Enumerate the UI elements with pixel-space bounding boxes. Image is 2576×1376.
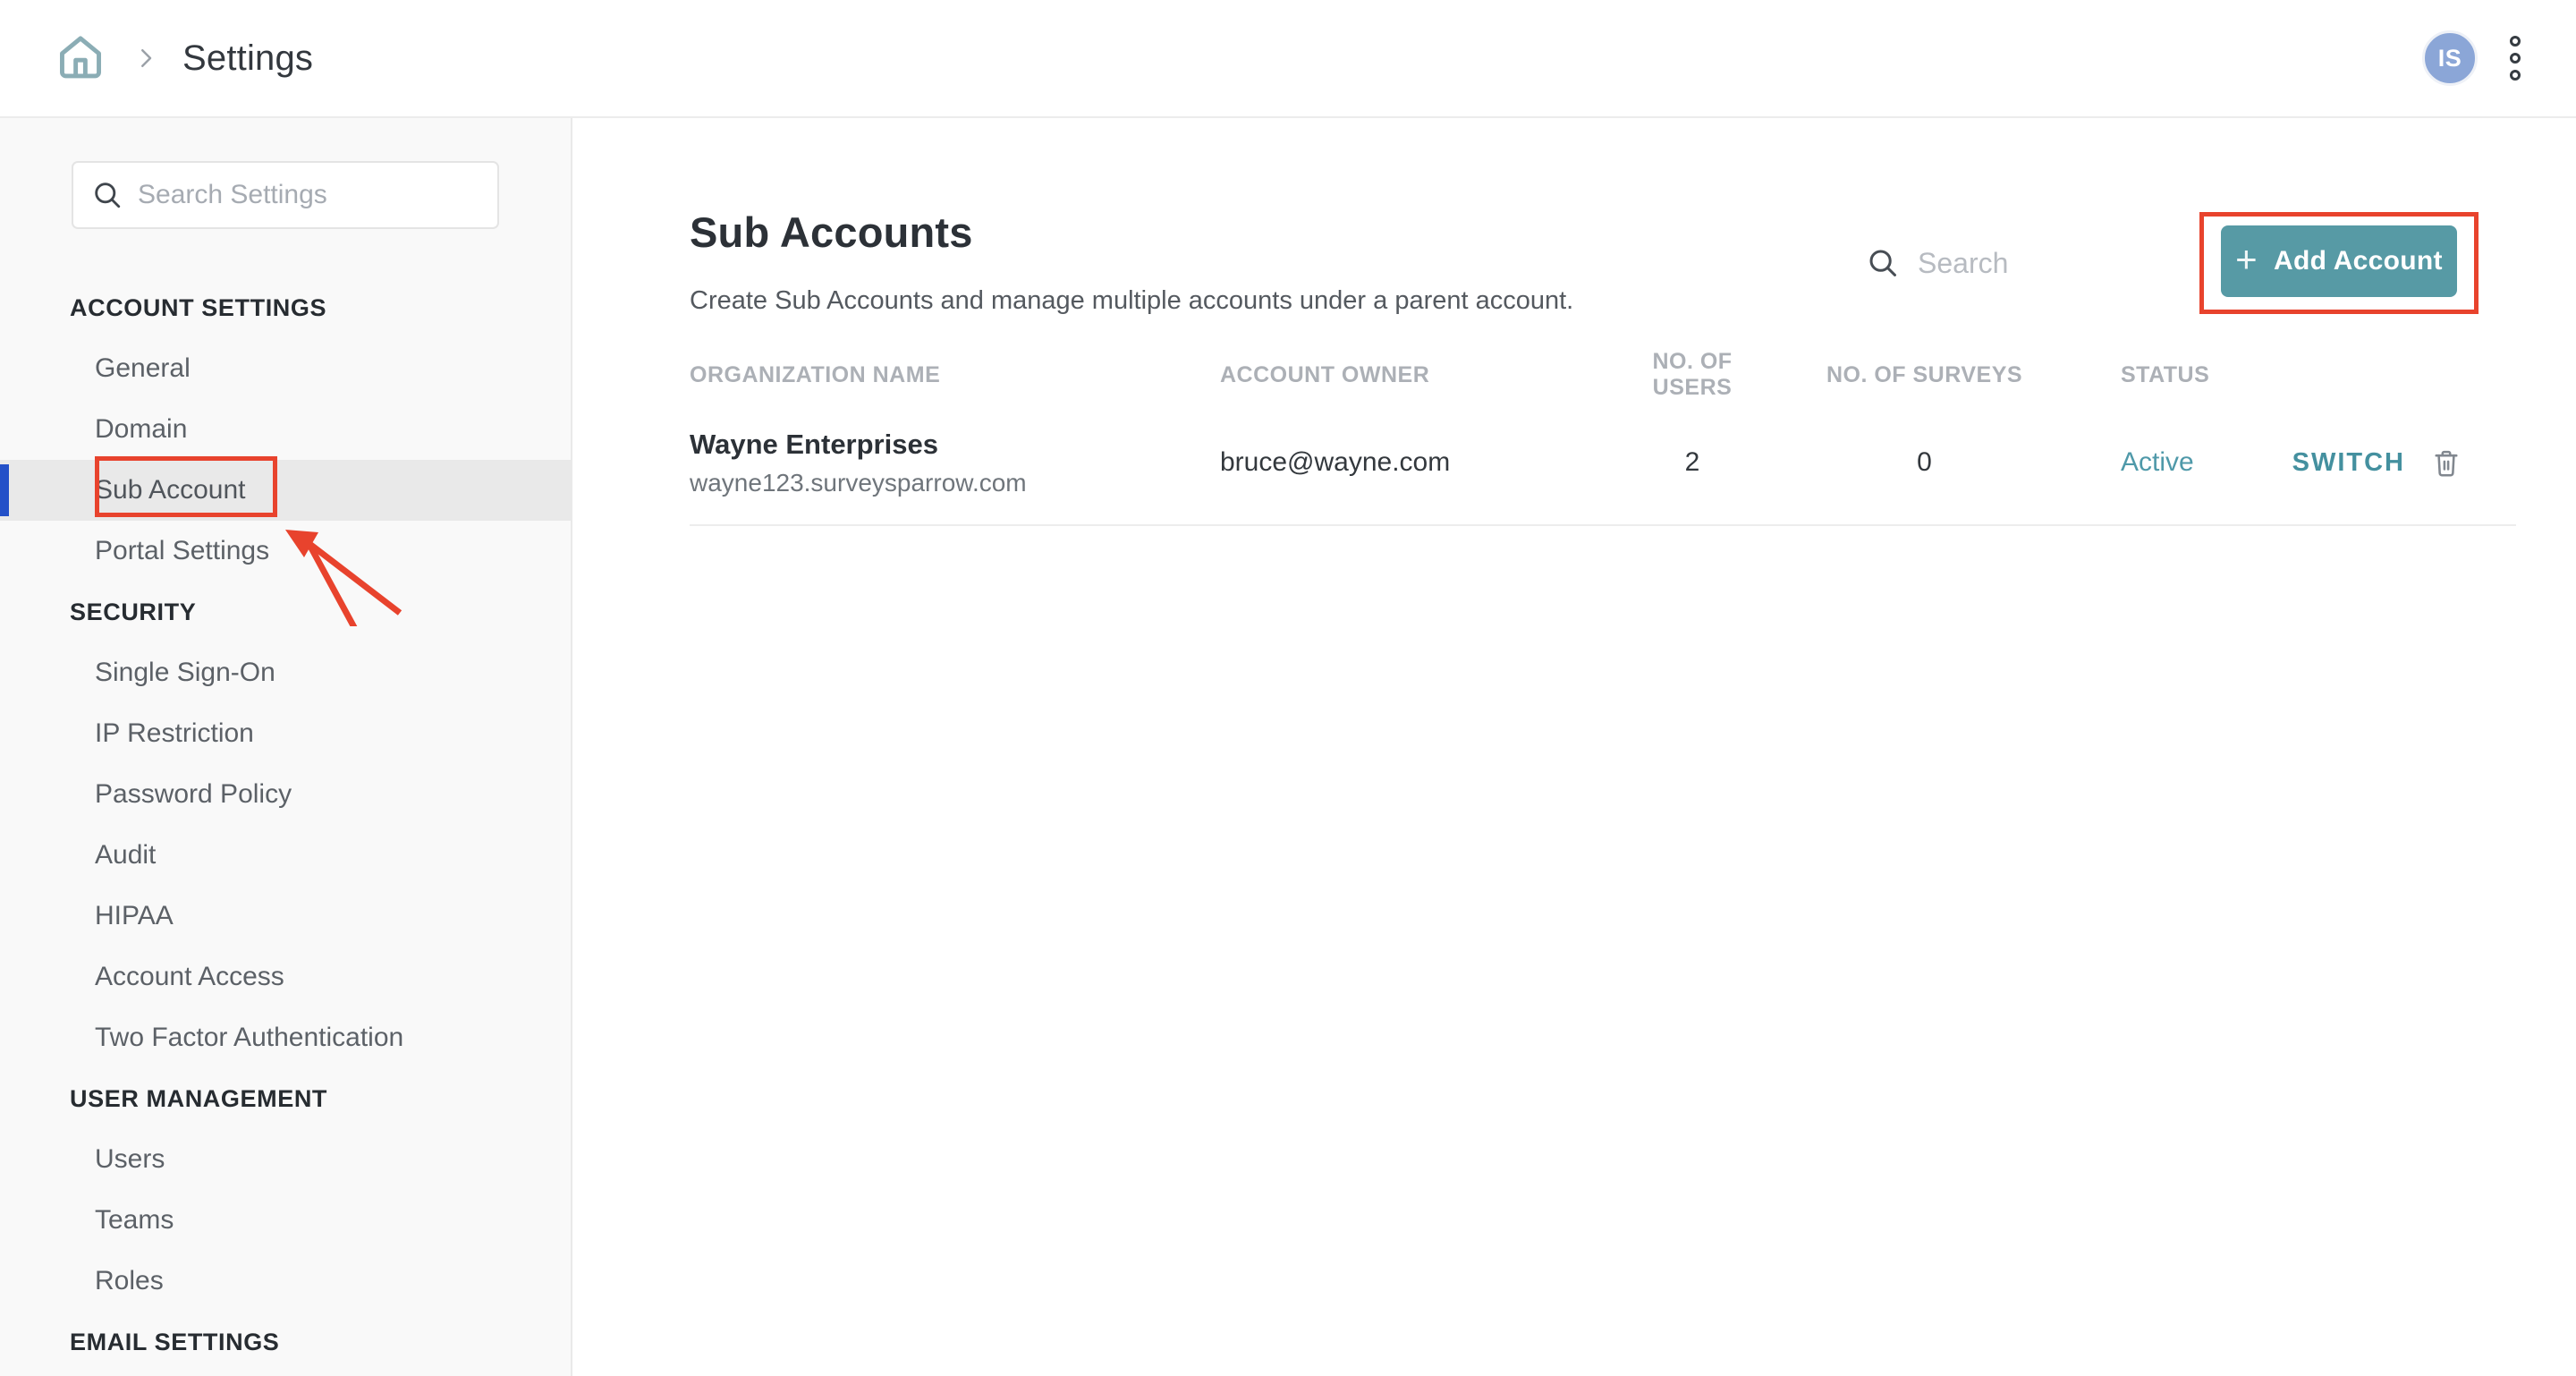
sidebar-section-security: SECURITY xyxy=(0,582,571,642)
settings-sidebar: ACCOUNT SETTINGS General Domain Sub Acco… xyxy=(0,118,572,1376)
trash-icon xyxy=(2430,446,2462,479)
table-row: Wayne Enterprises wayne123.surveysparrow… xyxy=(690,401,2516,526)
sidebar-item-hipaa[interactable]: HIPAA xyxy=(0,886,571,947)
page-subtitle: Create Sub Accounts and manage multiple … xyxy=(690,286,1573,316)
sidebar-section-user-management: USER MANAGEMENT xyxy=(0,1068,571,1129)
column-header-no-of-users: NO. OF USERS xyxy=(1621,349,1764,401)
sidebar-item-general[interactable]: General xyxy=(0,338,571,399)
plus-icon: + xyxy=(2235,241,2258,278)
sidebar-item-roles[interactable]: Roles xyxy=(0,1251,571,1312)
organization-domain: wayne123.surveysparrow.com xyxy=(690,469,1220,497)
home-icon xyxy=(55,31,106,86)
users-count-cell: 2 xyxy=(1621,447,1764,478)
sidebar-section-account-settings: ACCOUNT SETTINGS xyxy=(0,277,571,338)
column-header-status: STATUS xyxy=(2085,362,2248,388)
delete-account-button[interactable] xyxy=(2430,446,2462,479)
sidebar-search-box xyxy=(72,161,499,229)
sidebar-item-users[interactable]: Users xyxy=(0,1129,571,1190)
column-header-account-owner: ACCOUNT OWNER xyxy=(1220,362,1621,388)
search-icon xyxy=(1866,246,1900,280)
column-header-no-of-surveys: NO. OF SURVEYS xyxy=(1764,362,2085,388)
settings-nav: ACCOUNT SETTINGS General Domain Sub Acco… xyxy=(0,277,571,1372)
breadcrumb-current: Settings xyxy=(182,38,313,79)
sidebar-search-input[interactable] xyxy=(138,180,479,210)
sidebar-item-domain[interactable]: Domain xyxy=(0,399,571,460)
table-header-row: ORGANIZATION NAME ACCOUNT OWNER NO. OF U… xyxy=(690,349,2516,401)
sidebar-item-two-factor-authentication[interactable]: Two Factor Authentication xyxy=(0,1007,571,1068)
page-title: Sub Accounts xyxy=(690,208,973,257)
account-owner-cell: bruce@wayne.com xyxy=(1220,447,1621,478)
sidebar-item-teams[interactable]: Teams xyxy=(0,1190,571,1251)
organization-name: Wayne Enterprises xyxy=(690,429,1220,461)
kebab-menu-icon[interactable] xyxy=(2504,30,2526,86)
sidebar-item-account-access[interactable]: Account Access xyxy=(0,947,571,1007)
avatar[interactable]: IS xyxy=(2422,30,2478,86)
home-link[interactable] xyxy=(55,31,106,86)
add-account-label: Add Account xyxy=(2274,246,2443,276)
sub-accounts-page: Sub Accounts Create Sub Accounts and man… xyxy=(574,118,2576,1376)
table-search-input[interactable] xyxy=(1918,247,2123,280)
surveys-count-cell: 0 xyxy=(1764,447,2085,478)
breadcrumb-chevron-icon xyxy=(132,45,159,72)
sidebar-section-email-settings: EMAIL SETTINGS xyxy=(0,1312,571,1372)
add-account-button[interactable]: + Add Account xyxy=(2221,225,2457,297)
sidebar-item-audit[interactable]: Audit xyxy=(0,825,571,886)
sidebar-item-single-sign-on[interactable]: Single Sign-On xyxy=(0,642,571,703)
search-icon xyxy=(91,179,123,211)
sidebar-item-ip-restriction[interactable]: IP Restriction xyxy=(0,703,571,764)
sidebar-item-portal-settings[interactable]: Portal Settings xyxy=(0,521,571,582)
page-header: Sub Accounts Create Sub Accounts and man… xyxy=(574,118,2576,349)
switch-button[interactable]: SWITCH xyxy=(2292,448,2405,478)
organization-cell: Wayne Enterprises wayne123.surveysparrow… xyxy=(690,429,1220,497)
avatar-initials: IS xyxy=(2438,45,2462,72)
top-header: Settings IS xyxy=(0,0,2576,118)
row-actions: SWITCH xyxy=(2248,446,2516,479)
sidebar-item-password-policy[interactable]: Password Policy xyxy=(0,764,571,825)
status-badge: Active xyxy=(2085,447,2248,478)
sub-accounts-table: ORGANIZATION NAME ACCOUNT OWNER NO. OF U… xyxy=(690,349,2516,526)
table-search xyxy=(1866,242,2123,285)
sidebar-item-sub-account[interactable]: Sub Account xyxy=(0,460,571,521)
column-header-organization-name: ORGANIZATION NAME xyxy=(690,362,1220,388)
